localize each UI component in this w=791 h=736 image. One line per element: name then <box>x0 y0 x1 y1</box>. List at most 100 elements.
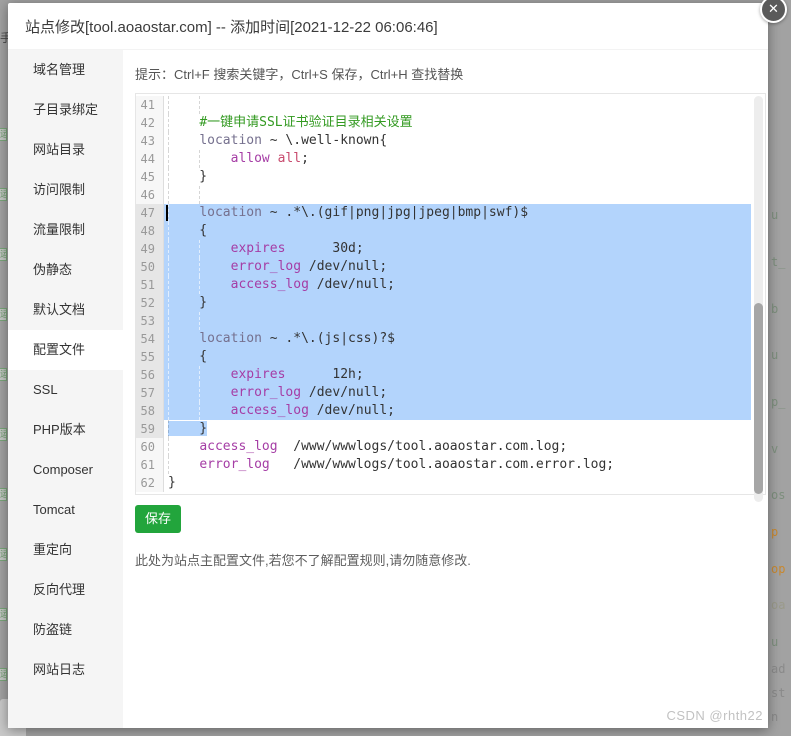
token-plain: } <box>168 169 208 184</box>
code-line-53[interactable]: 53 <box>136 312 765 330</box>
site-edit-modal: ✕ 站点修改[tool.aoaostar.com] -- 添加时间[2021-1… <box>8 0 787 728</box>
code-text: } <box>164 168 751 186</box>
indent-guide <box>199 276 201 294</box>
indent-guide <box>168 240 169 258</box>
sidebar-item-PHP版本[interactable]: PHP版本 <box>8 410 123 450</box>
sidebar: 域名管理 子目录绑定 网站目录 访问限制 流量限制 伪静态 默认文档 配置文件 SSL PHP版本… <box>8 50 123 728</box>
sidebar-item-域名管理[interactable]: 域名管理 <box>8 50 123 90</box>
backdrop-fragment: ad <box>771 662 786 676</box>
indent-guide <box>168 114 169 132</box>
config-warning-note: 此处为站点主配置文件,若您不了解配置规则,请勿随意修改. <box>135 553 471 568</box>
code-text: location ~ .*\.(js|css)?$ <box>164 330 751 348</box>
code-text <box>164 186 751 204</box>
sidebar-item-SSL[interactable]: SSL <box>8 370 123 410</box>
modal-title: 站点修改[tool.aoaostar.com] -- 添加时间[2021-12-… <box>8 3 768 50</box>
sidebar-item-伪静态[interactable]: 伪静态 <box>8 250 123 290</box>
indent-guide <box>199 150 201 168</box>
main-panel: 提示：Ctrl+F 搜索关键字，Ctrl+S 保存，Ctrl+H 查找替换 41… <box>123 50 768 728</box>
code-text: } <box>164 474 751 492</box>
code-line-51[interactable]: 51 access_log /dev/null; <box>136 276 765 294</box>
token-plain: { <box>168 223 208 238</box>
indent-guide <box>168 186 169 204</box>
save-button[interactable]: 保存 <box>135 505 182 533</box>
code-text: error_log /dev/null; <box>164 384 751 402</box>
sidebar-item-重定向[interactable]: 重定向 <box>8 530 123 570</box>
line-number: 55 <box>136 348 164 366</box>
code-line-43[interactable]: 43 location ~ \.well-known{ <box>136 132 765 150</box>
indent-guide <box>199 258 201 276</box>
sidebar-item-访问限制[interactable]: 访问限制 <box>8 170 123 210</box>
code-text: access_log /dev/null; <box>164 276 751 294</box>
code-line-57[interactable]: 57 error_log /dev/null; <box>136 384 765 402</box>
backdrop-fragment: op <box>771 562 786 576</box>
code-line-55[interactable]: 55 { <box>136 348 765 366</box>
token-plain: } <box>168 295 208 310</box>
code-text: access_log /dev/null; <box>164 402 751 420</box>
indent-guide <box>199 402 201 420</box>
sidebar-item-网站目录[interactable]: 网站目录 <box>8 130 123 170</box>
token-kw2: error_log <box>199 457 270 472</box>
code-line-41[interactable]: 41 <box>136 96 765 114</box>
indent-guide <box>168 258 169 276</box>
code-line-52[interactable]: 52 } <box>136 294 765 312</box>
backdrop-fragment: t_ <box>771 255 786 269</box>
code-line-45[interactable]: 45 } <box>136 168 765 186</box>
line-number: 45 <box>136 168 164 186</box>
editor-scrollbar-thumb[interactable] <box>754 303 763 494</box>
indent-guide <box>168 402 169 420</box>
token-plain: ~ \.well-known{ <box>261 133 388 148</box>
code-text: expires 30d; <box>164 240 751 258</box>
sidebar-item-反向代理[interactable]: 反向代理 <box>8 570 123 610</box>
config-code-editor[interactable]: 41 42 #一键申请SSL证书验证目录相关设置 43 location ~ \.w… <box>135 93 766 502</box>
sidebar-item-防盗链[interactable]: 防盗链 <box>8 610 123 650</box>
code-text: } <box>164 294 751 312</box>
sidebar-item-子目录绑定[interactable]: 子目录绑定 <box>8 90 123 130</box>
backdrop-fragment: u <box>771 635 779 649</box>
sidebar-item-网站日志[interactable]: 网站日志 <box>8 650 123 690</box>
code-text: { <box>164 222 751 240</box>
line-number: 61 <box>136 456 164 474</box>
code-line-60[interactable]: 60 access_log /www/wwwlogs/tool.aoaostar… <box>136 438 765 456</box>
code-line-48[interactable]: 48 { <box>136 222 765 240</box>
sidebar-item-Composer[interactable]: Composer <box>8 450 123 490</box>
indent-guide <box>168 438 169 456</box>
code-text: error_log /www/wwwlogs/tool.aoaostar.com… <box>164 456 751 474</box>
sidebar-item-配置文件[interactable]: 配置文件 <box>8 330 123 370</box>
editor-scrollbar-track[interactable] <box>754 96 763 502</box>
code-line-44[interactable]: 44 allow all; <box>136 150 765 168</box>
code-line-59[interactable]: 59 } <box>136 420 765 438</box>
backdrop-fragment: 运 <box>0 548 7 561</box>
token-plain: } <box>168 475 176 490</box>
code-line-42[interactable]: 42 #一键申请SSL证书验证目录相关设置 <box>136 114 765 132</box>
token-kw2: access_log <box>230 277 309 292</box>
close-icon[interactable]: ✕ <box>760 0 787 23</box>
line-number: 42 <box>136 114 164 132</box>
code-line-61[interactable]: 61 error_log /www/wwwlogs/tool.aoaostar.… <box>136 456 765 474</box>
code-line-49[interactable]: 49 expires 30d; <box>136 240 765 258</box>
code-line-62[interactable]: 62} <box>136 474 765 492</box>
token-plain: /dev/null; <box>301 385 388 400</box>
sidebar-item-默认文档[interactable]: 默认文档 <box>8 290 123 330</box>
line-number: 53 <box>136 312 164 330</box>
token-plain: } <box>168 421 208 436</box>
indent-guide <box>168 384 169 402</box>
token-comment: #一键申请SSL证书验证目录相关设置 <box>199 115 413 130</box>
sidebar-item-Tomcat[interactable]: Tomcat <box>8 490 123 530</box>
token-plain: /www/wwwlogs/tool.aoaostar.com.log; <box>277 439 568 454</box>
indent-guide <box>168 276 169 294</box>
code-line-47[interactable]: 47 location ~ .*\.(gif|png|jpg|jpeg|bmp|… <box>136 204 765 222</box>
code-line-58[interactable]: 58 access_log /dev/null; <box>136 402 765 420</box>
indent-guide <box>168 348 169 366</box>
code-line-46[interactable]: 46 <box>136 186 765 204</box>
indent-guide <box>168 294 169 312</box>
code-line-56[interactable]: 56 expires 12h; <box>136 366 765 384</box>
code-text <box>164 96 751 114</box>
backdrop-fragment: 运 <box>0 488 7 501</box>
sidebar-item-流量限制[interactable]: 流量限制 <box>8 210 123 250</box>
code-line-54[interactable]: 54 location ~ .*\.(js|css)?$ <box>136 330 765 348</box>
code-line-50[interactable]: 50 error_log /dev/null; <box>136 258 765 276</box>
